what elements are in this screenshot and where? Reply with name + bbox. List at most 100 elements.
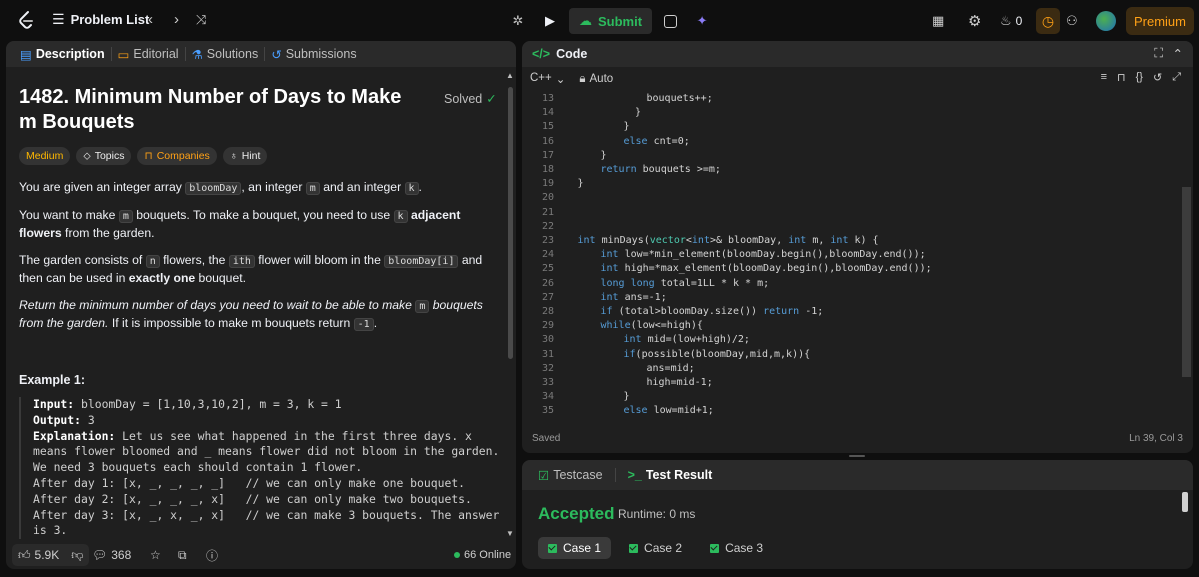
thumbs-down-icon[interactable]: 👎︎ [71, 548, 83, 563]
expand-icon[interactable]: ⤢ [1172, 71, 1181, 84]
debug-icon[interactable]: ✲ [505, 8, 531, 34]
inline-code: n [145, 255, 160, 268]
topics-label: Topics [94, 150, 125, 162]
companies-chip[interactable]: ⊓ Companies [137, 147, 217, 165]
language-select[interactable]: C++ ⌄ [530, 72, 565, 86]
online-label: 66 Online [464, 549, 512, 561]
editorial-icon: ▭ [117, 47, 130, 62]
line-number: 20 [541, 192, 554, 204]
code-editor[interactable]: 13 bouquets++; 14} 15} 16 else cnt=0; 17} 18 ret… [522, 91, 1182, 419]
flask-icon: ⚗ [191, 47, 203, 62]
comments-button[interactable]: 💬︎ 368 [92, 548, 131, 562]
collapse-chevron-icon[interactable]: ⌃ [1173, 46, 1183, 61]
input-label: Input: [33, 397, 75, 411]
maximize-icon[interactable]: ⛶ [1154, 46, 1163, 61]
comment-icon: 💬︎ [92, 548, 108, 562]
test-result-panel: ☑ Testcase >_ Test Result Accepted Runti… [522, 460, 1193, 569]
terminal-icon: >_ [627, 468, 642, 482]
line-number: 19 [541, 178, 554, 190]
code-line: } [623, 391, 630, 403]
layout-icon[interactable]: ▦ [932, 8, 944, 34]
avatar[interactable] [1096, 8, 1116, 34]
line-number: 24 [541, 249, 554, 261]
braces-icon[interactable]: {} [1136, 71, 1143, 84]
format-icon[interactable]: ≡ [1101, 71, 1107, 84]
streak-counter[interactable]: ♨ 0 [1000, 8, 1022, 34]
code-scrollbar[interactable] [1182, 187, 1191, 377]
text: bouquet. [195, 271, 246, 285]
lightbulb-icon: ♁ [229, 150, 238, 162]
settings-gear-icon[interactable]: ⚙ [968, 8, 981, 34]
scroll-up-icon[interactable]: ▲ [506, 71, 514, 80]
inline-code: bloomDay[i] [384, 255, 459, 268]
topics-chip[interactable]: ⬦ Topics [76, 147, 132, 165]
run-button[interactable]: ▶ [537, 8, 563, 34]
code-line: if (total>bloomDay.size()) return -1; [600, 306, 824, 317]
text: . [418, 180, 422, 194]
text: from the garden. [61, 226, 155, 240]
scroll-down-icon[interactable]: ▼ [506, 529, 514, 538]
description-paragraph-3: The garden consists of n flowers, the it… [19, 252, 497, 287]
problem-title: 1482. Minimum Number of Days to Make m B… [19, 86, 402, 133]
reset-icon[interactable]: ↺ [1153, 71, 1162, 84]
explanation-line: After day 2: [x, _, _, _, x] // we can o… [33, 491, 472, 506]
share-icon[interactable]: ⧉ [178, 548, 187, 563]
tab-editorial[interactable]: ▭ Editorial [112, 47, 185, 62]
shuffle-icon[interactable]: ⤨ [196, 12, 206, 28]
description-scrollbar[interactable] [508, 87, 513, 359]
text: The garden consists of [19, 253, 146, 267]
resize-handle[interactable] [849, 455, 865, 457]
case-label: Case 2 [644, 541, 683, 555]
thumbs-up-icon: 👍︎ [18, 547, 31, 562]
code-line: int mid=(low+high)/2; [623, 334, 750, 346]
auto-mode[interactable]: 🔒︎ Auto [579, 73, 613, 86]
check-icon [629, 543, 639, 553]
next-problem-icon[interactable]: › [174, 11, 179, 28]
case-tab-3[interactable]: Case 3 [700, 537, 773, 559]
inline-code: bloomDay [185, 182, 242, 195]
top-navigation-bar: ☰ Problem List ‹ › ⤨ ✲ ▶ ☁ Submit ✦ ▦ ⚙ … [0, 0, 1199, 40]
bookmark-icon[interactable]: ⊓ [1117, 71, 1126, 84]
text: You are given an integer array [19, 180, 186, 194]
line-number: 21 [541, 206, 554, 218]
tab-divider [614, 468, 616, 482]
hint-chip[interactable]: ♁ Hint [222, 147, 268, 165]
test-tabbar: ☑ Testcase >_ Test Result [522, 460, 1193, 490]
line-number: 31 [541, 348, 554, 360]
test-scrollbar[interactable] [1182, 492, 1188, 512]
code-line: } [623, 121, 630, 133]
star-icon[interactable]: ☆ [150, 548, 161, 562]
timer-icon[interactable]: ◷ [1036, 8, 1060, 34]
problem-list-label: Problem List [70, 12, 150, 27]
tab-description-label: Description [35, 47, 105, 61]
case-tab-1[interactable]: Case 1 [538, 537, 612, 559]
help-icon[interactable]: ⓘ [206, 547, 218, 564]
ai-sparkle-icon[interactable]: ✦ [689, 8, 715, 34]
example-block: Input: bloomDay = [1,10,3,10,2], m = 3, … [19, 397, 499, 540]
case-tab-2[interactable]: Case 2 [619, 537, 692, 559]
run-submit-toolbar: ✲ ▶ ☁ Submit ✦ [505, 8, 715, 34]
submit-button[interactable]: ☁ Submit [569, 8, 653, 34]
prev-problem-icon[interactable]: ‹ [148, 11, 153, 28]
editor-toolbar: C++ ⌄ 🔒︎ Auto ≡ ⊓ {} ↺ ⤢ [522, 67, 1193, 91]
tab-testcase[interactable]: ☑ Testcase [532, 468, 609, 483]
notes-icon[interactable] [664, 14, 678, 28]
problem-list-button[interactable]: ☰ Problem List [52, 11, 149, 28]
line-number: 17 [541, 149, 554, 161]
problem-tags: Medium ⬦ Topics ⊓ Companies ♁ Hint [19, 147, 268, 165]
tab-submissions[interactable]: ↺ Submissions [265, 47, 362, 62]
leetcode-logo-icon[interactable] [16, 10, 36, 30]
tab-test-result[interactable]: >_ Test Result [622, 468, 719, 482]
history-icon: ↺ [271, 47, 282, 62]
premium-button[interactable]: Premium [1126, 7, 1194, 35]
explanation-line: Let us see what happened in the first th… [115, 428, 472, 443]
code-header: </> Code ⛶ ⌃ [522, 41, 1193, 67]
tab-solutions[interactable]: ⚗ Solutions [186, 47, 265, 62]
tab-solutions-label: Solutions [206, 47, 259, 61]
like-button[interactable]: 👍︎ 5.9K 👎︎ [12, 544, 90, 566]
inline-code: m [305, 182, 320, 195]
add-friend-icon[interactable]: ⚇ [1066, 8, 1078, 34]
inline-code: m [415, 300, 430, 313]
tab-description[interactable]: ▤ Description [14, 47, 111, 62]
inline-code: -1 [353, 318, 374, 331]
